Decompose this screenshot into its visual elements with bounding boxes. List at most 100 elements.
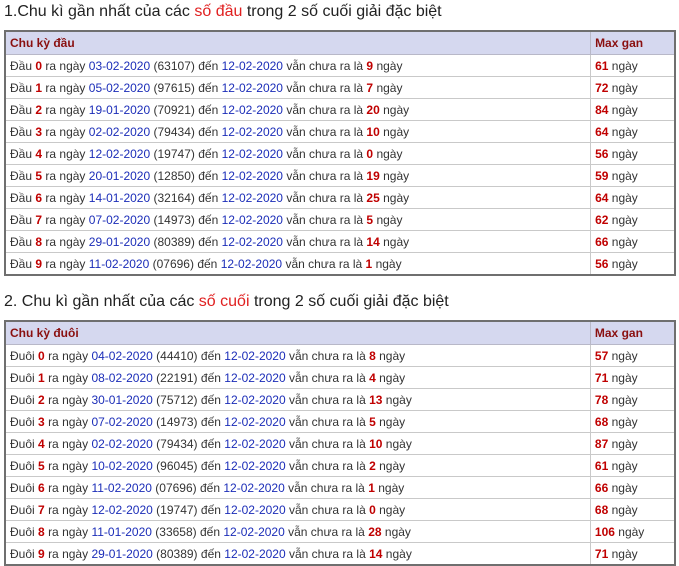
max-gan-cell: 57 ngày	[589, 344, 676, 367]
row-code: (80389)	[153, 234, 195, 249]
section1-col-max: Max gan	[590, 30, 676, 55]
row-ngay-text: ngày	[383, 102, 410, 117]
row-digit: 4	[35, 146, 43, 161]
table-row: Đầu 5 ra ngày 20-01-2020 (12850) đến 12-…	[4, 164, 676, 187]
max-gan-cell: 68 ngày	[589, 498, 676, 521]
table-row: Đuôi 9 ra ngày 29-01-2020 (80389) đến 12…	[4, 542, 676, 566]
row-ngay-text: ngày	[379, 348, 406, 363]
row-days: 1	[365, 256, 373, 271]
row-ra-text: ra ngày	[48, 546, 89, 561]
section1-heading-highlight: số đầu	[194, 3, 243, 20]
row-label: Đầu	[10, 146, 33, 161]
row-den-text: đến	[198, 190, 219, 205]
row-ngay-text: ngày	[384, 524, 411, 539]
row-date-from: 11-02-2020	[91, 480, 152, 495]
row-digit: 2	[38, 392, 45, 407]
row-date-to: 12-02-2020	[221, 190, 283, 205]
row-date-to: 12-02-2020	[221, 80, 283, 95]
table-row: Đầu 2 ra ngày 19-01-2020 (70921) đến 12-…	[4, 98, 676, 121]
row-den-text: đến	[198, 212, 219, 227]
max-gan-unit: ngày	[611, 80, 638, 95]
row-ra-text: ra ngày	[48, 348, 89, 363]
max-gan-unit: ngày	[611, 234, 638, 249]
row-ra-text: ra ngày	[45, 124, 86, 139]
row-den-text: đến	[198, 168, 219, 183]
row-date-to: 12-02-2020	[221, 58, 283, 73]
row-den-text: đến	[198, 58, 219, 73]
row-ra-text: ra ngày	[48, 524, 89, 539]
row-ngay-text: ngày	[379, 370, 406, 385]
row-label: Đầu	[10, 168, 33, 183]
row-date-from: 29-01-2020	[91, 546, 153, 561]
row-date-from: 07-02-2020	[91, 414, 153, 429]
max-gan-value: 84	[595, 102, 609, 117]
cycle-cell: Đuôi 7 ra ngày 12-02-2020 (19747) đến 12…	[4, 498, 591, 521]
row-digit: 1	[35, 80, 43, 95]
row-date-from: 08-02-2020	[91, 370, 153, 385]
row-ngay-text: ngày	[385, 436, 412, 451]
row-days: 7	[366, 80, 374, 95]
row-days: 28	[368, 524, 382, 539]
section1-header-row: Chu kỳ đầu Max gan	[4, 30, 676, 55]
row-days: 8	[369, 348, 376, 363]
row-ra-text: ra ngày	[48, 436, 89, 451]
max-gan-value: 61	[595, 58, 609, 73]
max-gan-value: 56	[595, 146, 609, 161]
row-date-from: 02-02-2020	[91, 436, 153, 451]
row-ra-text: ra ngày	[45, 212, 86, 227]
cycle-cell: Đuôi 5 ra ngày 10-02-2020 (96045) đến 12…	[4, 454, 591, 477]
section2-header-row: Chu kỳ đuôi Max gan	[4, 320, 676, 345]
table-row: Đầu 4 ra ngày 12-02-2020 (19747) đến 12-…	[4, 142, 676, 165]
row-ra-text: ra ngày	[45, 234, 86, 249]
row-days: 0	[369, 502, 376, 517]
max-gan-unit: ngày	[611, 502, 638, 517]
cycle-cell: Đuôi 6 ra ngày 11-02-2020 (07696) đến 12…	[4, 476, 591, 499]
row-digit: 9	[38, 546, 45, 561]
max-gan-value: 62	[595, 212, 609, 227]
section2-heading: 2. Chu kì gần nhất của các số cuối trong…	[4, 292, 449, 312]
row-vc-text: vẫn chưa ra là	[289, 458, 366, 473]
row-ngay-text: ngày	[376, 80, 403, 95]
cycle-cell: Đuôi 0 ra ngày 04-02-2020 (44410) đến 12…	[4, 344, 591, 367]
max-gan-unit: ngày	[611, 146, 638, 161]
row-digit: 7	[38, 502, 45, 517]
row-den-text: đến	[198, 102, 219, 117]
row-label: Đầu	[10, 190, 33, 205]
row-days: 4	[369, 370, 376, 385]
row-code: (63107)	[153, 58, 195, 73]
row-ngay-text: ngày	[376, 212, 403, 227]
row-vc-text: vẫn chưa ra là	[286, 80, 364, 95]
row-digit: 8	[35, 234, 43, 249]
max-gan-cell: 61 ngày	[590, 54, 676, 77]
row-date-to: 12-02-2020	[221, 168, 283, 183]
section2-col-max: Max gan	[589, 320, 676, 345]
row-days: 19	[366, 168, 380, 183]
max-gan-value: 61	[594, 458, 609, 473]
section1-body: Đầu 0 ra ngày 03-02-2020 (63107) đến 12-…	[4, 54, 676, 276]
row-den-text: đến	[200, 414, 221, 429]
row-den-text: đến	[198, 234, 219, 249]
row-digit: 9	[35, 256, 43, 271]
cycle-cell: Đầu 2 ra ngày 19-01-2020 (70921) đến 12-…	[4, 98, 592, 121]
row-code: (19747)	[153, 146, 195, 161]
row-code: (80389)	[156, 546, 198, 561]
row-digit: 0	[35, 58, 43, 73]
max-gan-cell: 106 ngày	[589, 520, 676, 543]
max-gan-value: 66	[595, 234, 609, 249]
row-ra-text: ra ngày	[45, 58, 86, 73]
row-days: 5	[369, 414, 376, 429]
max-gan-unit: ngày	[611, 348, 638, 363]
section2-heading-prefix: 2. Chu kì gần nhất của các	[4, 293, 199, 310]
table-row: Đuôi 7 ra ngày 12-02-2020 (19747) đến 12…	[4, 498, 676, 521]
row-date-from: 05-02-2020	[88, 80, 151, 95]
row-label: Đuôi	[10, 392, 35, 407]
row-ngay-text: ngày	[379, 414, 406, 429]
row-digit: 5	[35, 168, 43, 183]
row-digit: 6	[35, 190, 43, 205]
max-gan-unit: ngày	[611, 480, 638, 495]
section1-heading-suffix: trong 2 số cuối giải đặc biệt	[242, 3, 442, 20]
row-days: 10	[366, 124, 380, 139]
row-vc-text: vẫn chưa ra là	[289, 392, 366, 407]
max-gan-value: 71	[594, 546, 609, 561]
row-vc-text: vẫn chưa ra là	[289, 348, 366, 363]
